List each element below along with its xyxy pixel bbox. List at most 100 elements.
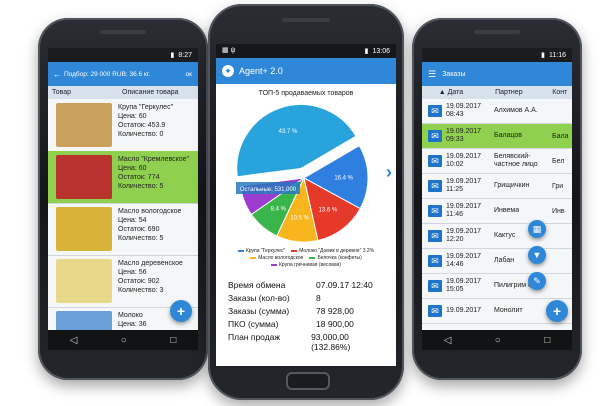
- status-time: 11:16: [549, 51, 566, 59]
- add-fab-button[interactable]: +: [170, 300, 192, 322]
- battery-icon: ▮: [541, 52, 545, 59]
- product-row[interactable]: Крупа "Геркулес" Цена: 60 Остаток: 453.9 Ко…: [48, 99, 198, 152]
- sort-up-icon[interactable]: ▲: [422, 89, 448, 96]
- product-stock: Остаток: 453.9: [118, 122, 166, 129]
- col-extra[interactable]: Конт: [552, 89, 572, 96]
- add-icon[interactable]: +: [546, 300, 568, 322]
- envelope-icon: ✉: [428, 280, 442, 292]
- home-nav-icon[interactable]: ○: [121, 335, 127, 346]
- order-partner: Алхимов А.А.: [494, 107, 538, 114]
- order-row[interactable]: ✉ 19.09.2017 08:43 Алхимов А.А.: [422, 99, 572, 124]
- product-price: Цена: 56: [118, 269, 147, 276]
- legend-swatch: [237, 249, 244, 252]
- product-description: Масло "Кремлевское" Цена: 60 Остаток: 774 К…: [118, 151, 189, 203]
- product-row[interactable]: Масло "Кремлевское" Цена: 60 Остаток: 774 К…: [48, 151, 198, 204]
- selection-summary: Подбор: 29 000 RUB; 36.6 кг.: [64, 70, 151, 78]
- recents-nav-icon[interactable]: □: [170, 335, 176, 346]
- product-row[interactable]: Масло вологодское Цена: 54 Остаток: 690 Кол…: [48, 203, 198, 256]
- table-header: ▲ Дата Партнер Конт: [422, 86, 572, 99]
- order-row[interactable]: ✉ 19.09.2017 09:33 Балацов Бала: [422, 124, 572, 149]
- legend-swatch: [250, 256, 257, 259]
- legend-label: Крупа гречневая (весовая): [279, 262, 341, 268]
- order-partner: Грищичкин: [494, 182, 530, 189]
- legend-label: Масло вологодское: [258, 255, 304, 261]
- order-date1: 19.09.2017: [446, 153, 482, 160]
- edit-icon[interactable]: ✎: [528, 272, 546, 290]
- recents-nav-icon[interactable]: □: [544, 335, 550, 346]
- screen-title: Заказы: [442, 70, 466, 78]
- home-nav-icon[interactable]: ○: [495, 335, 501, 346]
- product-price: Цена: 36: [118, 321, 147, 328]
- order-date2: 09:33: [446, 136, 464, 143]
- product-description: Масло вологодское Цена: 54 Остаток: 690 Кол…: [118, 203, 181, 255]
- orders-list: ✉ 19.09.2017 08:43 Алхимов А.А. ✉ 19.09.2017 0…: [422, 99, 572, 330]
- order-row[interactable]: ✉ 19.09.2017 12:20 Кактус: [422, 224, 572, 249]
- stat-row: План продаж 93,000,00 (132.86%): [228, 332, 386, 352]
- product-price: Цена: 60: [118, 113, 147, 120]
- speaker-grille: [100, 30, 146, 34]
- order-contact: Бел: [552, 157, 565, 165]
- envelope-icon: ✉: [428, 105, 442, 117]
- envelope-icon: ✉: [428, 230, 442, 242]
- app-bar: ← Подбор: 29 000 RUB; 36.6 кг. ок: [48, 62, 198, 86]
- back-arrow-icon[interactable]: ←: [53, 70, 61, 79]
- order-contact: Инв: [552, 207, 565, 215]
- product-description: Крупа "Геркулес" Цена: 60 Остаток: 453.9 Ко…: [118, 99, 173, 151]
- screen-center: ▦ ψ ▮ 13:06 ✦ Agent+ 2.0 ТОП-5 продаваем…: [216, 44, 396, 366]
- nav-bar: ◁ ○ □: [422, 330, 572, 350]
- chart-title: ТОП-5 продаваемых товаров: [258, 90, 354, 97]
- status-bar: ▮ 11:16: [422, 48, 572, 62]
- back-nav-icon[interactable]: ◁: [70, 335, 78, 346]
- order-date1: 19.09.2017: [446, 228, 482, 235]
- envelope-icon: ✉: [428, 255, 442, 267]
- table-header: Товар Описание товара: [48, 86, 198, 99]
- product-price: Цена: 54: [118, 217, 147, 224]
- product-image: [56, 207, 112, 251]
- phone-left: ▮ 8:27 ← Подбор: 29 000 RUB; 36.6 кг. ок…: [38, 18, 208, 380]
- app-title: Agent+ 2.0: [239, 66, 283, 76]
- product-image: [56, 155, 112, 199]
- stat-label: Время обмена: [228, 280, 286, 290]
- col-date[interactable]: Дата: [448, 89, 491, 96]
- order-date: 19.09.2017 09:33: [446, 128, 490, 144]
- app-bar: ☰ Заказы: [422, 62, 572, 86]
- menu-icon[interactable]: ☰: [428, 69, 436, 80]
- grid-icon[interactable]: ▦: [528, 220, 546, 238]
- envelope-icon: ✉: [428, 155, 442, 167]
- order-date: 19.09.2017 15:05: [446, 278, 490, 294]
- next-arrow-icon[interactable]: ›: [386, 162, 392, 183]
- order-date2: 10:02: [446, 161, 464, 168]
- speaker-grille: [474, 30, 520, 34]
- order-row[interactable]: ✉ 19.09.2017 10:02 Белявский-частное лицо Бе…: [422, 149, 572, 174]
- status-bar: ▮ 8:27: [48, 48, 198, 62]
- col-desc: Описание товара: [122, 89, 179, 96]
- order-row[interactable]: ✉ 19.09.2017 15:05 Пилигрим ООО: [422, 274, 572, 299]
- legend-label: Белочка (конфеты): [317, 255, 362, 261]
- order-date1: 19.09.2017: [446, 307, 482, 314]
- order-date1: 19.09.2017: [446, 278, 482, 285]
- envelope-icon: ✉: [428, 205, 442, 217]
- order-partner: Белявский-частное лицо: [494, 153, 538, 168]
- legend-item: Масло вологодское: [250, 255, 303, 261]
- back-nav-icon[interactable]: ◁: [444, 335, 452, 346]
- order-row[interactable]: ✉ 19.09.2017 14:46 Лабан: [422, 249, 572, 274]
- legend-item: Крупа гречневая (весовая): [271, 262, 341, 268]
- product-name: Масло деревенское: [118, 260, 183, 267]
- legend-item: Белочка (конфеты): [309, 255, 362, 261]
- order-row[interactable]: ✉ 19.09.2017 11:25 Грищичкин Гри: [422, 174, 572, 199]
- order-date: 19.09.2017 08:43: [446, 103, 490, 119]
- col-partner[interactable]: Партнер: [491, 89, 552, 96]
- filter-icon[interactable]: ▼: [528, 246, 546, 264]
- product-qty: Количество: 5: [118, 183, 164, 190]
- order-row[interactable]: ✉ 19.09.2017 11:46 Инвема Инв: [422, 199, 572, 224]
- legend-swatch: [291, 249, 298, 252]
- chart-legend: Крупа "Геркулес" Молоко "Домик в деревне"…: [220, 248, 392, 268]
- status-time: 8:27: [178, 51, 192, 59]
- ok-button[interactable]: ок: [186, 71, 192, 78]
- product-name: Масло вологодское: [118, 208, 182, 215]
- envelope-icon: ✉: [428, 180, 442, 192]
- legend-item: Молоко "Домик в деревне" 3.2%: [291, 248, 374, 254]
- home-button[interactable]: [286, 372, 330, 390]
- product-stock: Остаток: 774: [118, 174, 160, 181]
- battery-icon: ▮: [364, 48, 369, 55]
